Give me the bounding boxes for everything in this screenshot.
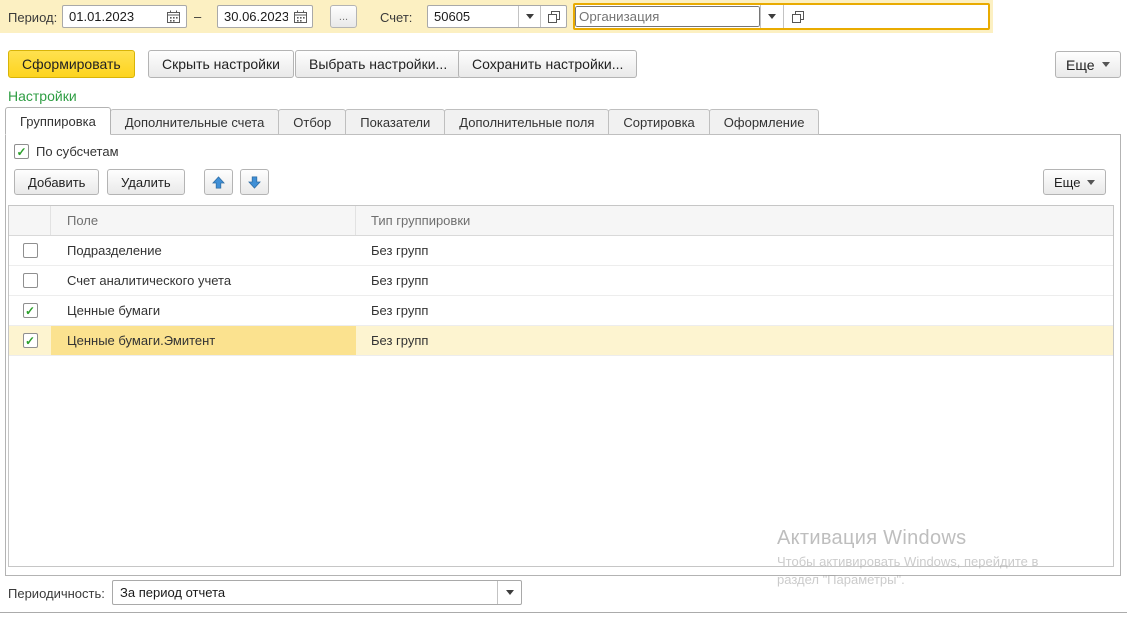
settings-tab[interactable]: Оформление bbox=[709, 109, 820, 135]
more-button-top[interactable]: Еще bbox=[1055, 51, 1121, 78]
row-checkbox[interactable]: ✓ bbox=[23, 333, 38, 348]
chevron-down-icon[interactable] bbox=[497, 581, 521, 604]
header-checkbox-column bbox=[9, 206, 51, 235]
row-group-type-cell[interactable]: Без групп bbox=[356, 236, 1113, 265]
settings-tab[interactable]: Показатели bbox=[345, 109, 445, 135]
row-checkbox-cell: ✓ bbox=[9, 326, 51, 355]
row-group-type-cell[interactable]: Без групп bbox=[356, 266, 1113, 295]
period-to-field[interactable] bbox=[217, 5, 313, 28]
hide-settings-button[interactable]: Скрыть настройки bbox=[148, 50, 294, 78]
open-list-icon[interactable] bbox=[540, 6, 566, 27]
row-group-type-cell[interactable]: Без групп bbox=[356, 296, 1113, 325]
arrow-up-icon bbox=[212, 176, 225, 189]
settings-tab[interactable]: Отбор bbox=[278, 109, 346, 135]
settings-section-title: Настройки bbox=[8, 88, 77, 104]
delete-button[interactable]: Удалить bbox=[107, 169, 185, 195]
choose-period-button[interactable]: ... bbox=[330, 5, 357, 28]
table-row[interactable]: Счет аналитического учетаБез групп bbox=[9, 266, 1113, 296]
row-field-cell[interactable]: Счет аналитического учета bbox=[51, 266, 356, 295]
calendar-icon[interactable] bbox=[160, 6, 186, 27]
calendar-icon[interactable] bbox=[288, 6, 312, 27]
account-combo-field[interactable] bbox=[427, 5, 567, 28]
period-label: Период: bbox=[8, 10, 57, 25]
generate-button[interactable]: Сформировать bbox=[8, 50, 135, 78]
settings-tab[interactable]: Дополнительные поля bbox=[444, 109, 609, 135]
row-checkbox-cell bbox=[9, 266, 51, 295]
settings-panel: ✓ По субсчетам Добавить Удалить Еще Поле… bbox=[5, 134, 1121, 576]
settings-tabs: ГруппировкаДополнительные счетаОтборПока… bbox=[5, 107, 818, 135]
table-row[interactable]: ✓ Ценные бумагиБез групп bbox=[9, 296, 1113, 326]
period-dash: – bbox=[194, 9, 201, 24]
account-label: Счет: bbox=[380, 10, 412, 25]
account-input[interactable] bbox=[428, 6, 518, 27]
header-group-type-column: Тип группировки bbox=[356, 206, 1113, 235]
settings-tab[interactable]: Дополнительные счета bbox=[110, 109, 279, 135]
table-row[interactable]: ПодразделениеБез групп bbox=[9, 236, 1113, 266]
row-field-cell[interactable]: Ценные бумаги.Эмитент bbox=[51, 326, 356, 355]
grouping-table-header: Поле Тип группировки bbox=[9, 206, 1113, 236]
organization-field[interactable] bbox=[573, 3, 990, 30]
more-button-grouping[interactable]: Еще bbox=[1043, 169, 1106, 195]
periodicity-label: Периодичность: bbox=[8, 586, 105, 601]
row-checkbox-cell bbox=[9, 236, 51, 265]
row-checkbox[interactable] bbox=[23, 273, 38, 288]
by-subaccounts-label: По субсчетам bbox=[36, 144, 119, 159]
row-field-cell[interactable]: Ценные бумаги bbox=[51, 296, 356, 325]
periodicity-value: За период отчета bbox=[113, 585, 497, 600]
chevron-down-icon[interactable] bbox=[518, 6, 540, 27]
more-button-label: Еще bbox=[1066, 57, 1095, 73]
save-settings-button[interactable]: Сохранить настройки... bbox=[458, 50, 637, 78]
choose-settings-button[interactable]: Выбрать настройки... bbox=[295, 50, 461, 78]
row-field-cell[interactable]: Подразделение bbox=[51, 236, 356, 265]
move-up-button[interactable] bbox=[204, 169, 233, 195]
report-filter-bar: Период: – ... bbox=[0, 0, 993, 33]
header-field-column: Поле bbox=[51, 206, 356, 235]
organization-input[interactable] bbox=[575, 6, 760, 27]
by-subaccounts-checkbox[interactable]: ✓ bbox=[14, 144, 29, 159]
chevron-down-icon[interactable] bbox=[760, 5, 783, 28]
table-row[interactable]: ✓ Ценные бумаги.ЭмитентБез групп bbox=[9, 326, 1113, 356]
move-down-button[interactable] bbox=[240, 169, 269, 195]
row-checkbox[interactable] bbox=[23, 243, 38, 258]
grouping-table-body: ПодразделениеБез группСчет аналитическог… bbox=[9, 236, 1113, 356]
more-button-label: Еще bbox=[1054, 175, 1080, 190]
period-to-input[interactable] bbox=[218, 6, 288, 27]
chevron-down-icon bbox=[1087, 180, 1095, 185]
row-group-type-cell[interactable]: Без групп bbox=[356, 326, 1113, 355]
open-list-icon[interactable] bbox=[783, 5, 811, 28]
settings-tab[interactable]: Группировка bbox=[5, 107, 111, 135]
period-from-field[interactable] bbox=[62, 5, 187, 28]
form-bottom-divider bbox=[0, 612, 1127, 613]
period-from-input[interactable] bbox=[63, 6, 160, 27]
grouping-table: Поле Тип группировки ПодразделениеБез гр… bbox=[8, 205, 1114, 567]
periodicity-select[interactable]: За период отчета bbox=[112, 580, 522, 605]
row-checkbox-cell: ✓ bbox=[9, 296, 51, 325]
row-checkbox[interactable]: ✓ bbox=[23, 303, 38, 318]
add-button[interactable]: Добавить bbox=[14, 169, 99, 195]
by-subaccounts-option[interactable]: ✓ По субсчетам bbox=[14, 144, 119, 159]
settings-tab[interactable]: Сортировка bbox=[608, 109, 709, 135]
arrow-down-icon bbox=[248, 176, 261, 189]
chevron-down-icon bbox=[1102, 62, 1110, 67]
